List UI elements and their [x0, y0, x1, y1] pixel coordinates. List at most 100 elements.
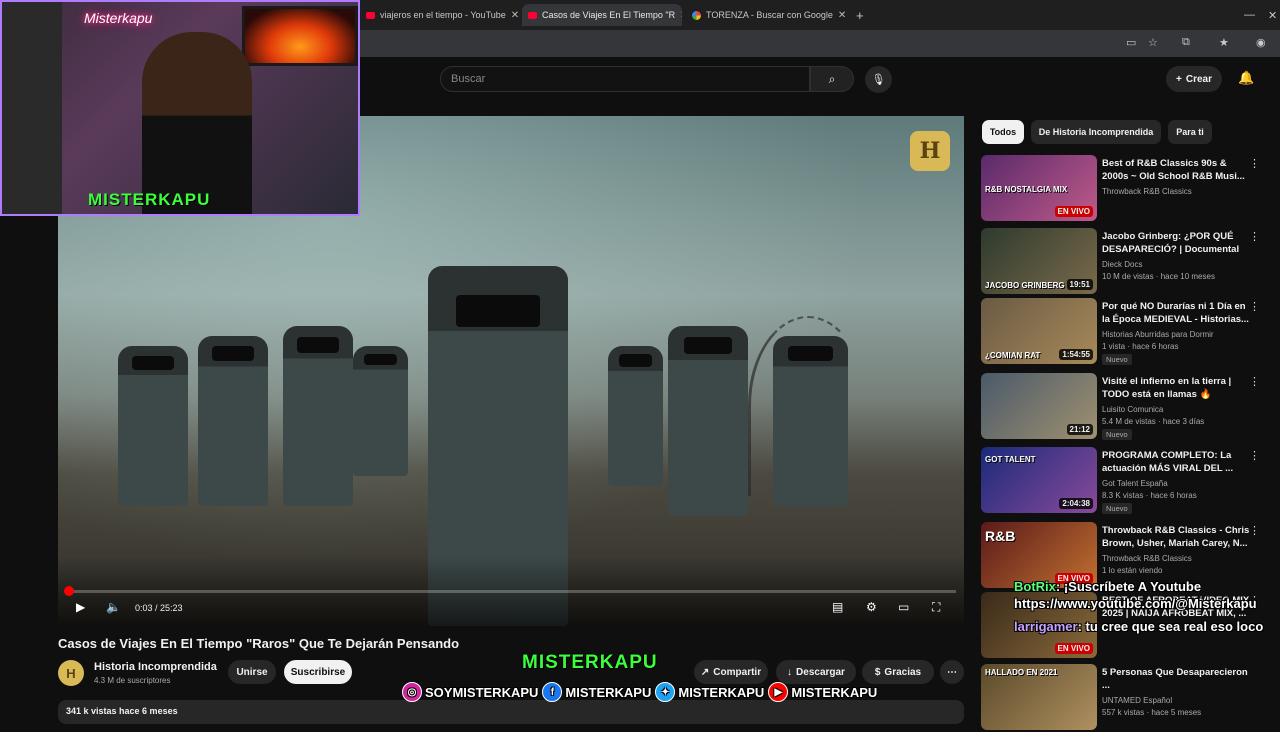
subtitles-icon[interactable]: ▤ [832, 600, 843, 614]
chip-channel[interactable]: De Historia Incomprendida [1031, 120, 1161, 144]
thumbnail-text: R&B NOSTALGIA MIX [985, 185, 1068, 194]
search-icon: ⌕ [828, 71, 836, 86]
twitter-icon: ✦ [655, 682, 676, 702]
rec-channel: Throwback R&B Classics [1102, 554, 1192, 563]
duration-badge: 19:51 [1066, 279, 1093, 290]
rec-meta: 557 k vistas · hace 5 meses [1102, 708, 1202, 717]
create-label: Crear [1185, 73, 1212, 85]
neon-sign: Misterkapu [84, 10, 153, 26]
scrubber-handle[interactable] [64, 586, 74, 596]
tab-title: Casos de Viajes En El Tiempo "R [542, 10, 676, 20]
download-label: Descargar [796, 666, 845, 678]
tab-title: TORENZA - Buscar con Google [706, 10, 833, 20]
profile-icon[interactable]: ◉ [1256, 36, 1266, 49]
settings-gear-icon[interactable]: ⚙ [866, 600, 877, 614]
rec-title: PROGRAMA COMPLETO: La actuación MÁS VIRA… [1102, 450, 1234, 474]
close-icon[interactable]: ✕ [511, 10, 519, 21]
bookmarks-icon[interactable]: ★ [1219, 36, 1229, 49]
browser-tab-0[interactable]: viajeros en el tiempo - YouTube ✕ [360, 4, 520, 26]
more-options-icon[interactable]: ⋮ [1249, 449, 1260, 462]
search-input[interactable]: Buscar [440, 66, 810, 92]
play-icon[interactable]: ▶ [76, 600, 85, 614]
thumbnail-text: R&B [985, 528, 1016, 544]
minimize-icon[interactable]: — [1238, 4, 1261, 26]
thumbnail[interactable]: HALLADO EN 2021 [981, 664, 1097, 730]
voice-search-button[interactable]: 🎙 [865, 66, 892, 93]
more-options-icon[interactable]: ⋮ [1249, 230, 1260, 243]
close-icon[interactable]: ✕ [680, 10, 682, 21]
more-options-icon[interactable]: ⋮ [1249, 524, 1260, 537]
chat-message: BotRix: ¡Suscríbete A Youtube https://ww… [1014, 578, 1280, 612]
fireplace-screen [242, 6, 358, 66]
notifications-bell-icon[interactable]: 🔔 [1238, 70, 1254, 86]
video-figure [118, 346, 188, 506]
thumbnail[interactable]: ¿COMIAN RAT 1:54:55 [981, 298, 1097, 364]
thanks-button[interactable]: $ Gracias [862, 660, 934, 684]
stream-brand-tag: MISTERKAPU [522, 652, 658, 673]
thumbnail[interactable]: 21:12 [981, 373, 1097, 439]
channel-name[interactable]: Historia Incomprendida [94, 661, 217, 673]
thumbnail[interactable]: R&B NOSTALGIA MIX EN VIVO [981, 155, 1097, 221]
vr-headset [297, 336, 339, 353]
close-icon[interactable]: ✕ [838, 10, 846, 21]
live-badge: EN VIVO [1054, 206, 1093, 217]
cast-icon[interactable]: ▭ [1126, 36, 1136, 49]
browser-tab-1[interactable]: Casos de Viajes En El Tiempo "R ✕ [522, 4, 682, 26]
social-links-bar: ◎ SOYMISTERKAPU f MISTERKAPU ✦ MISTERKAPU ▶… [402, 682, 877, 702]
recommendation-item[interactable]: HALLADO EN 2021 5 Personas Que Desaparec… [981, 664, 1271, 732]
recommendation-item[interactable]: 21:12 Visité el infierno en la tierra | … [981, 373, 1271, 441]
recommendation-item[interactable]: GOT TALENT 2:04:38 PROGRAMA COMPLETO: La… [981, 447, 1271, 515]
new-badge: Nuevo [1102, 354, 1132, 365]
recommendation-item[interactable]: ¿COMIAN RAT 1:54:55 Por qué NO Durarías … [981, 298, 1271, 366]
thumbnail[interactable]: GOT TALENT 2:04:38 [981, 447, 1097, 513]
chip-all[interactable]: Todos [982, 120, 1024, 144]
recommendation-item[interactable]: JACOBO GRINBERG 19:51 Jacobo Grinberg: ¿… [981, 228, 1271, 296]
rec-channel: Historias Aburridas para Dormir [1102, 330, 1214, 339]
rec-channel: UNTAMED Español [1102, 696, 1173, 705]
fullscreen-icon[interactable]: ⛶ [932, 600, 940, 615]
instagram-icon: ◎ [402, 682, 422, 702]
create-button[interactable]: + Crear [1166, 66, 1222, 92]
thumbnail-text: HALLADO EN 2021 [985, 668, 1058, 677]
search-button[interactable]: ⌕ [810, 66, 854, 92]
bookmark-star-icon[interactable]: ☆ [1148, 36, 1158, 49]
rec-channel: Luisito Comunica [1102, 405, 1164, 414]
duration-badge: 1:54:55 [1059, 349, 1093, 360]
thumbnail[interactable]: JACOBO GRINBERG 19:51 [981, 228, 1097, 294]
browser-tab-2[interactable]: TORENZA - Buscar con Google ✕ [686, 4, 846, 26]
video-description-box[interactable]: 341 k vistas hace 6 meses [58, 700, 964, 724]
more-actions-icon[interactable]: ⋯ [940, 660, 964, 684]
thumbnail-text: JACOBO GRINBERG [985, 281, 1065, 290]
theater-mode-icon[interactable]: ▭ [898, 600, 909, 614]
download-button[interactable]: ↓ Descargar [776, 660, 856, 684]
duration-badge: 2:04:38 [1059, 498, 1093, 509]
duration-badge: 21:12 [1066, 424, 1093, 435]
video-figure [283, 326, 353, 506]
vr-headset [132, 355, 174, 370]
channel-avatar[interactable]: H [58, 660, 84, 686]
chip-for-you[interactable]: Para ti [1168, 120, 1212, 144]
recommendation-item[interactable]: R&B NOSTALGIA MIX EN VIVO Best of R&B Cl… [981, 155, 1271, 223]
rec-title: 5 Personas Que Desaparecieron ... [1102, 667, 1248, 691]
social-instagram: ◎ SOYMISTERKAPU [402, 682, 538, 702]
rec-title: Throwback R&B Classics - Chris Brown, Us… [1102, 525, 1250, 549]
subscribe-button[interactable]: Suscribirse [284, 660, 352, 684]
more-options-icon[interactable]: ⋮ [1249, 300, 1260, 313]
youtube-icon [366, 11, 375, 19]
progress-bar[interactable] [66, 590, 956, 593]
join-button[interactable]: Unirse [228, 660, 276, 684]
social-youtube: ▶ MISTERKAPU [768, 682, 877, 702]
rec-meta: 1 lo están viendo [1102, 566, 1163, 575]
volume-icon[interactable]: 🔈 [106, 600, 121, 614]
rec-channel: Throwback R&B Classics [1102, 187, 1192, 196]
extensions-icon[interactable]: ⧉ [1182, 36, 1190, 49]
more-options-icon[interactable]: ⋮ [1249, 375, 1260, 388]
google-icon [692, 10, 701, 20]
new-tab-button[interactable]: + [850, 4, 870, 26]
video-figure [198, 336, 268, 506]
share-icon: ↗ [700, 666, 710, 678]
window-close-icon[interactable]: ✕ [1262, 4, 1280, 26]
share-button[interactable]: ↗ Compartir [694, 660, 768, 684]
more-options-icon[interactable]: ⋮ [1249, 157, 1260, 170]
vr-headset [212, 346, 254, 362]
